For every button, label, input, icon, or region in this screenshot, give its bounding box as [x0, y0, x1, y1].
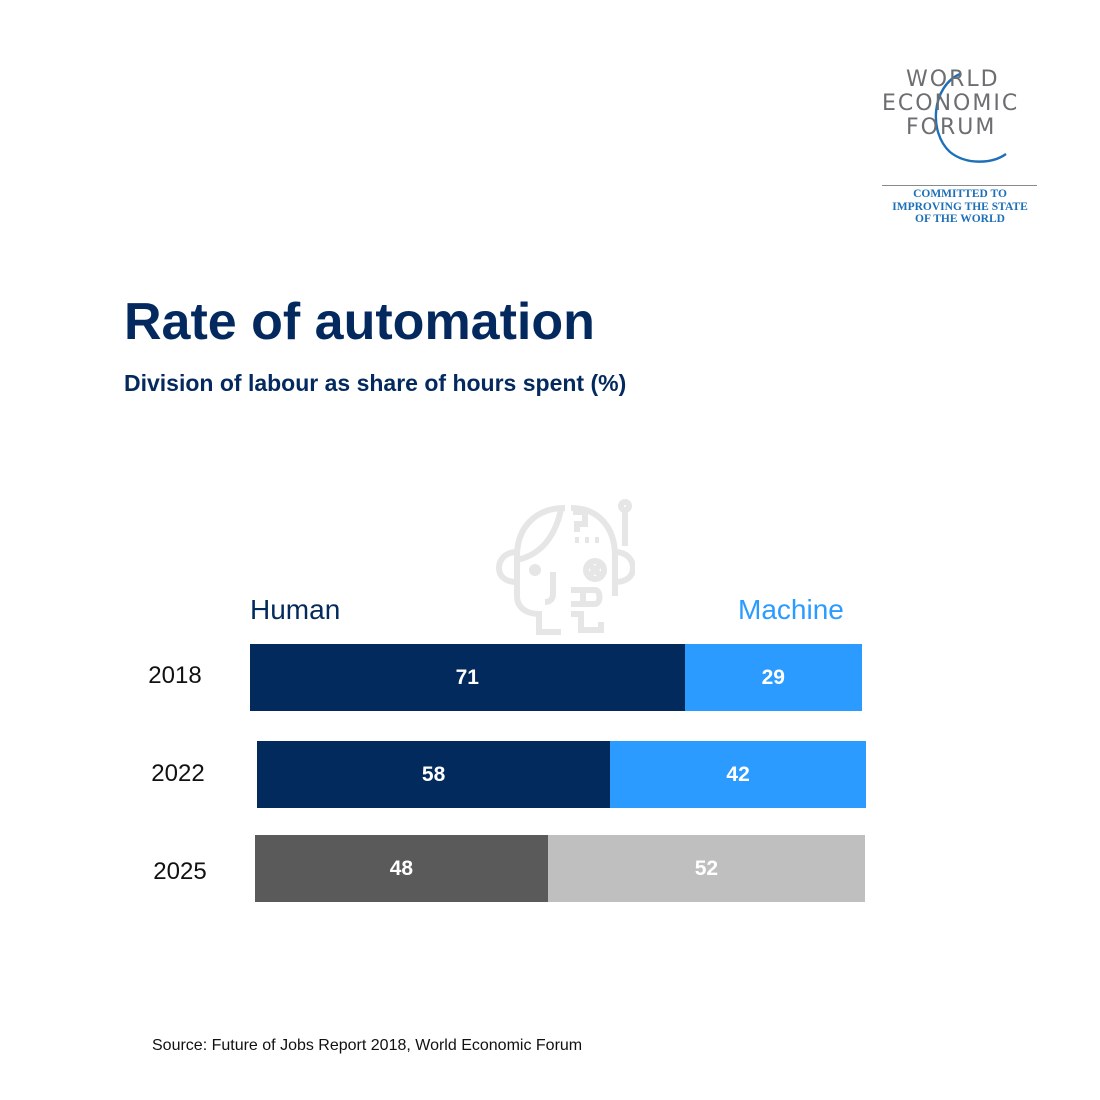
bar-segment-human: 58	[257, 741, 611, 808]
legend-human: Human	[250, 594, 341, 625]
data-label: 58	[421, 762, 446, 786]
bar-segment-machine: 42	[610, 741, 866, 808]
bar-segment-human: 71	[250, 644, 685, 711]
legend-machine: Machine	[738, 594, 844, 625]
human-robot-head-icon	[495, 499, 635, 635]
page-title: Rate of automation	[124, 293, 595, 351]
tagline-line-3: OF THE WORLD	[915, 213, 1005, 225]
tagline-line-1: COMMITTED TO	[913, 188, 1007, 200]
page-subtitle: Division of labour as share of hours spe…	[124, 370, 627, 396]
category-label: 2022	[151, 760, 205, 787]
category-label: 2018	[148, 662, 202, 689]
data-label: 29	[761, 665, 785, 689]
logo-tagline: COMMITTED TO IMPROVING THE STATE OF THE …	[880, 188, 1040, 226]
logo-word-2: ECONOMIC	[882, 91, 1020, 116]
bar-segment-human: 48	[255, 835, 548, 902]
logo-word-1: WORLD	[906, 67, 1000, 92]
data-label: 48	[389, 856, 414, 880]
logo-divider	[882, 185, 1037, 186]
data-label: 42	[726, 762, 750, 786]
bar-segment-machine: 52	[547, 835, 865, 902]
bar-segment-machine: 29	[684, 644, 862, 711]
category-label: 2025	[153, 858, 207, 885]
tagline-line-2: IMPROVING THE STATE	[892, 200, 1028, 213]
source-note: Source: Future of Jobs Report 2018, Worl…	[152, 1037, 583, 1054]
data-label: 71	[455, 665, 479, 689]
data-label: 52	[694, 856, 719, 880]
logo-word-3: FORUM	[906, 115, 997, 140]
